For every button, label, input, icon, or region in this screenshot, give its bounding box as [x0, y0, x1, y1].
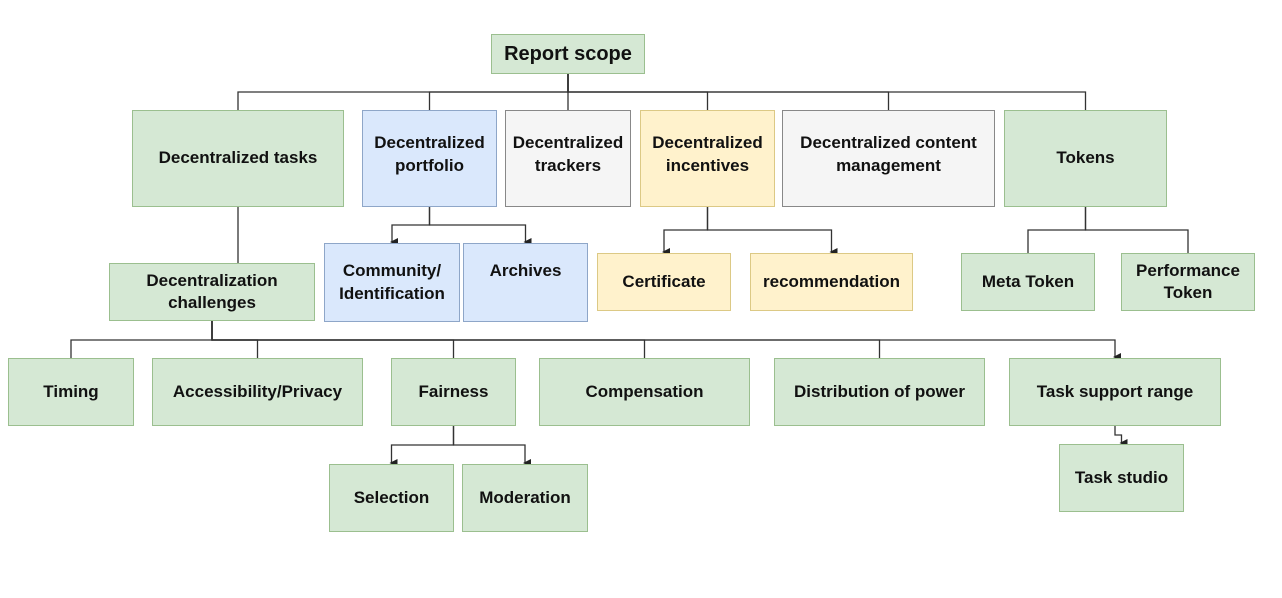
node-decentralized-incentives[interactable]: Decentralized incentives — [640, 110, 775, 207]
node-label: Accessibility/Privacy — [172, 381, 343, 401]
node-meta-token[interactable]: Meta Token — [961, 253, 1095, 311]
node-task-studio[interactable]: Task studio — [1059, 444, 1184, 512]
node-decentralized-tasks[interactable]: Decentralized tasks — [132, 110, 344, 207]
node-distribution-of-power[interactable]: Distribution of power — [774, 358, 985, 426]
node-task-support-range[interactable]: Task support range — [1009, 358, 1221, 426]
node-label: Archives — [489, 261, 562, 280]
report-scope-diagram: Report scope Decentralized tasks Decentr… — [0, 0, 1282, 598]
node-archives[interactable]: Archives — [463, 243, 588, 322]
node-label: Decentralized incentives — [652, 133, 763, 175]
node-selection[interactable]: Selection — [329, 464, 454, 532]
edge-decentralized-incentives-to-certificate — [662, 207, 709, 256]
node-accessibility-privacy[interactable]: Accessibility/Privacy — [152, 358, 363, 426]
node-label: Meta Token — [981, 271, 1075, 291]
node-label: Decentralized tasks — [158, 148, 318, 168]
edge-decentralization-challenges-to-task-support-range — [211, 321, 1121, 361]
node-label: Community/ Identification — [339, 261, 445, 303]
node-label: Distribution of power — [794, 381, 965, 401]
edge-fairness-to-moderation — [452, 426, 531, 467]
edge-fairness-to-selection — [389, 426, 455, 467]
node-label: Certificate — [622, 271, 706, 291]
node-compensation[interactable]: Compensation — [539, 358, 750, 426]
node-recommendation[interactable]: recommendation — [750, 253, 913, 311]
node-community-identification[interactable]: Community/ Identification — [324, 243, 460, 322]
node-label: Timing — [43, 381, 99, 401]
node-label: Fairness — [418, 381, 489, 401]
node-timing[interactable]: Timing — [8, 358, 134, 426]
edge-tokens-to-performance-token — [1084, 207, 1189, 253]
edge-decentralized-portfolio-to-archives — [428, 207, 532, 246]
edge-task-support-range-to-task-studio — [1114, 426, 1128, 447]
node-label: Compensation — [585, 381, 704, 401]
node-label: Decentralized portfolio — [374, 133, 485, 175]
node-decentralized-trackers[interactable]: Decentralized trackers — [505, 110, 631, 207]
node-label: Decentralization challenges — [146, 270, 278, 312]
node-label: Decentralized trackers — [512, 133, 624, 175]
node-label: recommendation — [763, 271, 900, 291]
node-moderation[interactable]: Moderation — [462, 464, 588, 532]
edge-report-scope-to-tokens — [567, 74, 1087, 110]
edge-tokens-to-meta-token — [1027, 207, 1087, 253]
node-decentralized-portfolio[interactable]: Decentralized portfolio — [362, 110, 497, 207]
node-label: Task support range — [1036, 381, 1194, 401]
node-label: Tokens — [1056, 148, 1115, 168]
node-decentralized-content-management[interactable]: Decentralized content management — [782, 110, 995, 207]
node-certificate[interactable]: Certificate — [597, 253, 731, 311]
node-label: Moderation — [479, 487, 571, 507]
node-performance-token[interactable]: Performance Token — [1121, 253, 1255, 311]
node-fairness[interactable]: Fairness — [391, 358, 516, 426]
node-label: Selection — [353, 487, 430, 507]
edge-decentralized-incentives-to-recommendation — [706, 207, 838, 256]
node-label: Report scope — [504, 43, 632, 65]
node-label: Decentralized content management — [800, 133, 977, 175]
edge-decentralization-challenges-to-timing — [70, 321, 213, 358]
node-label: Performance Token — [1136, 260, 1240, 302]
node-decentralization-challenges[interactable]: Decentralization challenges — [109, 263, 315, 321]
edge-decentralized-portfolio-to-community-identification — [390, 207, 431, 246]
node-label: Task studio — [1074, 467, 1169, 487]
node-report-scope[interactable]: Report scope — [491, 34, 645, 74]
node-tokens[interactable]: Tokens — [1004, 110, 1167, 207]
edge-report-scope-to-decentralized-portfolio — [428, 74, 569, 110]
